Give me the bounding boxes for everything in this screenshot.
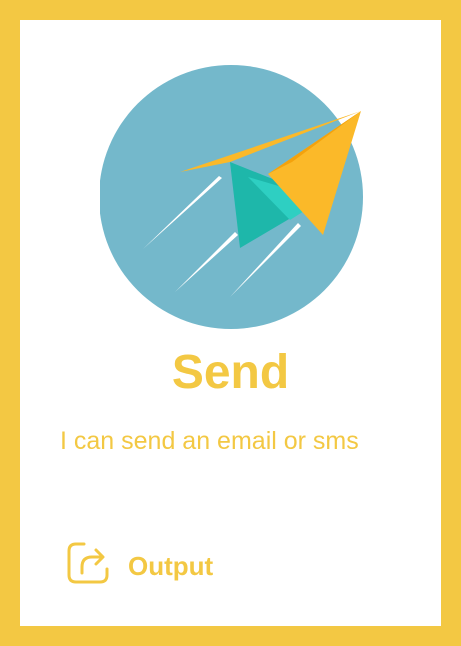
card-description: I can send an email or sms [60,427,359,455]
send-illustration [100,65,364,329]
output-button[interactable]: Output [64,538,213,588]
share-arrow-icon [67,542,109,584]
paper-plane-icon [100,65,363,329]
skill-card[interactable]: Send I can send an email or sms Output [0,0,461,646]
output-label: Output [128,550,214,581]
card-title: Send [171,346,290,399]
